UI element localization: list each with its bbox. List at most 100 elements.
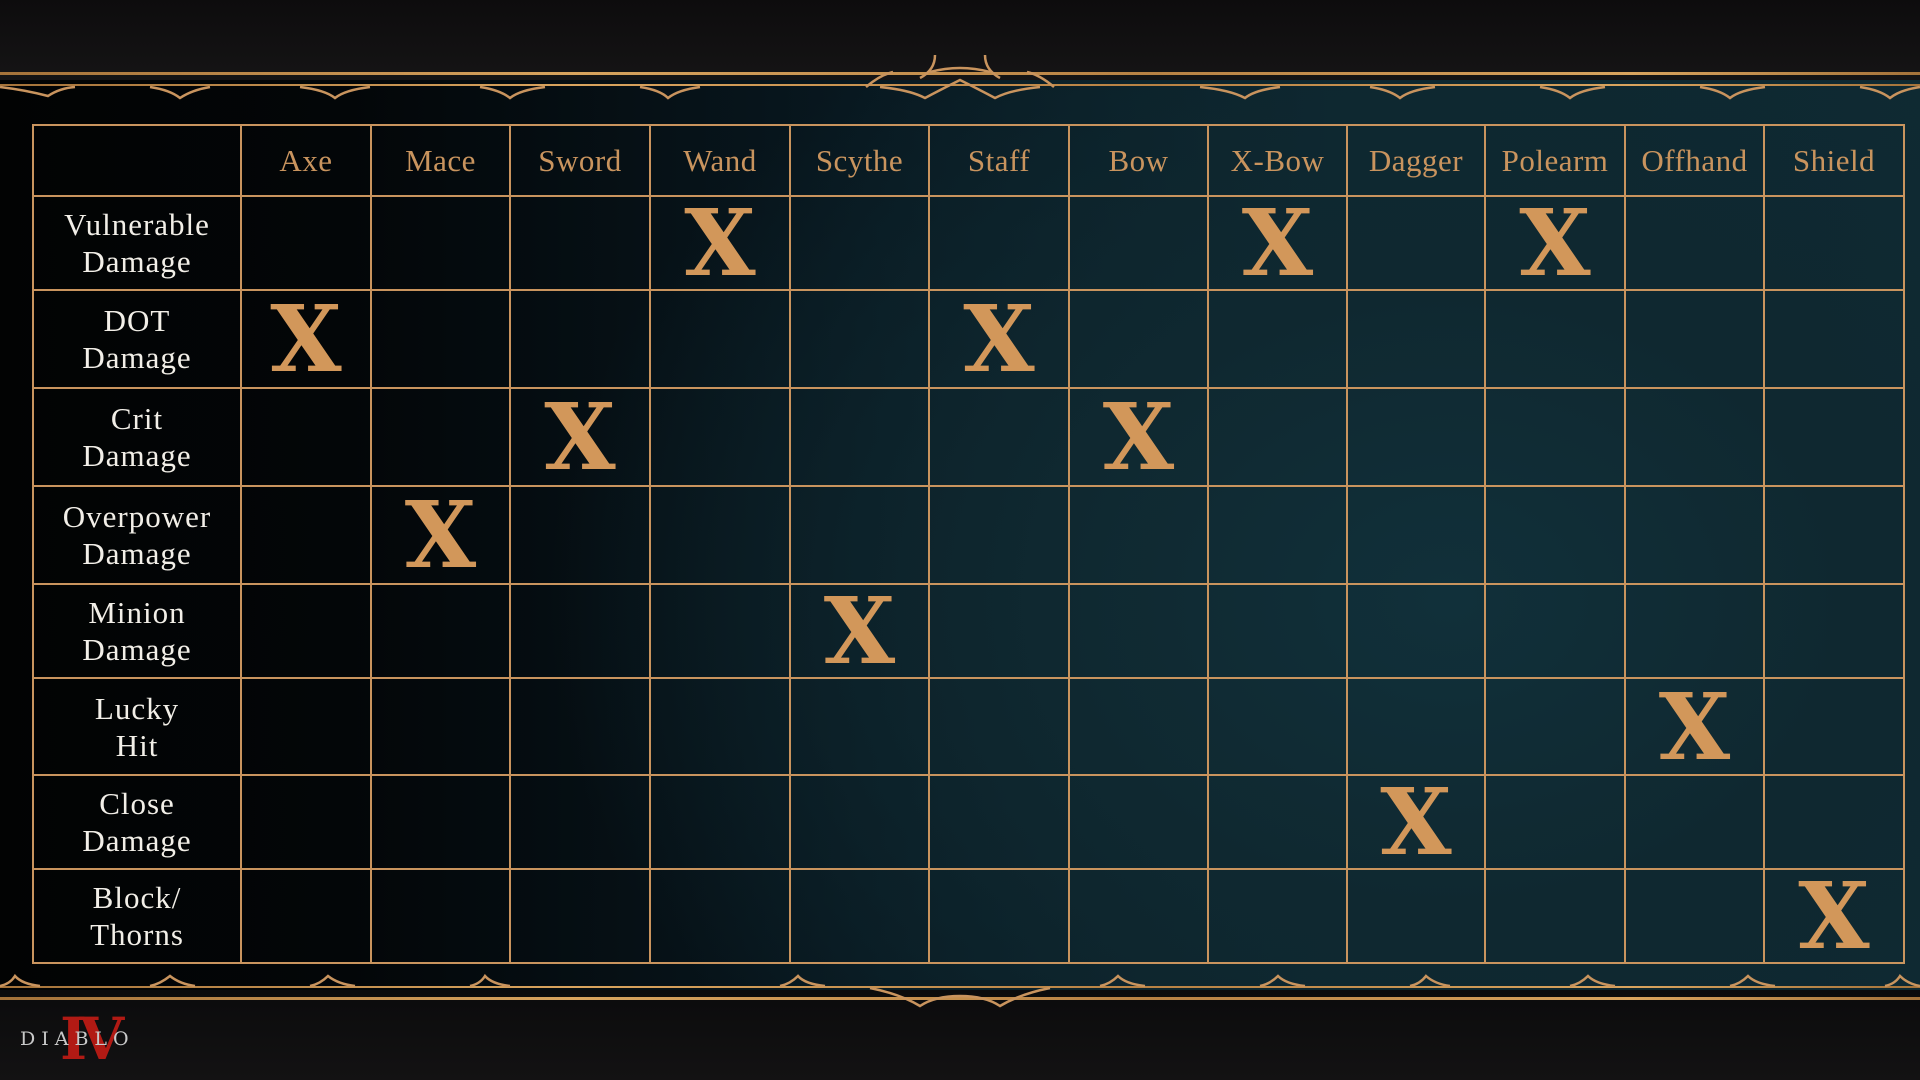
column-header-offhand: Offhand (1624, 124, 1765, 197)
empty-cell (1484, 485, 1626, 585)
empty-cell (509, 677, 651, 776)
empty-cell (789, 195, 930, 291)
empty-cell (649, 387, 791, 487)
empty-cell (1346, 583, 1486, 679)
row-header-line2: Thorns (90, 917, 184, 952)
empty-cell (1207, 387, 1348, 487)
empty-cell (928, 583, 1070, 679)
row-header: Lucky Hit (32, 677, 242, 776)
row-header-line1: Vulnerable (64, 207, 210, 242)
empty-cell (1624, 387, 1765, 487)
column-header-scythe: Scythe (789, 124, 930, 197)
empty-cell (1068, 583, 1209, 679)
empty-cell (1624, 485, 1765, 585)
empty-cell (1068, 677, 1209, 776)
empty-cell (240, 195, 372, 291)
row-header-line1: DOT (103, 303, 171, 338)
x-mark-cell: X (1763, 868, 1905, 964)
empty-cell (1346, 195, 1486, 291)
empty-cell (1068, 289, 1209, 389)
bottom-border-line-inner (0, 986, 1920, 988)
x-mark-cell: X (1624, 677, 1765, 776)
empty-cell (789, 387, 930, 487)
empty-cell (1068, 774, 1209, 870)
column-header-staff: Staff (928, 124, 1070, 197)
header-row: Axe Mace Sword Wand Scythe Staff Bow X-B… (32, 124, 1905, 197)
top-border-line-outer (0, 72, 1920, 75)
empty-cell (928, 195, 1070, 291)
empty-cell (1484, 289, 1626, 389)
row-header: Overpower Damage (32, 485, 242, 585)
empty-cell (370, 195, 511, 291)
corner-cell (32, 124, 242, 197)
empty-cell (649, 289, 791, 389)
x-mark-cell: X (649, 195, 791, 291)
empty-cell (240, 774, 372, 870)
empty-cell (509, 583, 651, 679)
empty-cell (240, 485, 372, 585)
row-header: Close Damage (32, 774, 242, 870)
empty-cell (1346, 677, 1486, 776)
row-header: DOT Damage (32, 289, 242, 389)
empty-cell (1346, 387, 1486, 487)
empty-cell (1207, 583, 1348, 679)
empty-cell (1068, 485, 1209, 585)
empty-cell (1763, 774, 1905, 870)
empty-cell (1484, 774, 1626, 870)
empty-cell (1346, 868, 1486, 964)
empty-cell (928, 485, 1070, 585)
column-header-dagger: Dagger (1346, 124, 1486, 197)
table-row-block-thorns: Block/Thorns X (32, 868, 1905, 964)
table-row-vulnerable-damage: Vulnerable Damage X X X (32, 195, 1905, 291)
empty-cell (1624, 774, 1765, 870)
empty-cell (789, 868, 930, 964)
column-header-axe: Axe (240, 124, 372, 197)
empty-cell (1207, 289, 1348, 389)
row-header-line2: Damage (82, 823, 192, 858)
row-header-line1: Block/ (92, 880, 182, 915)
row-header-line1: Minion (88, 595, 186, 630)
empty-cell (240, 387, 372, 487)
empty-cell (1346, 289, 1486, 389)
empty-cell (649, 868, 791, 964)
empty-cell (928, 868, 1070, 964)
row-header-line1: Crit (110, 401, 164, 436)
x-mark-cell: X (1068, 387, 1209, 487)
empty-cell (509, 195, 651, 291)
empty-cell (928, 387, 1070, 487)
empty-cell (789, 677, 930, 776)
row-header: Vulnerable Damage (32, 195, 242, 291)
empty-cell (789, 289, 930, 389)
empty-cell (928, 677, 1070, 776)
row-header: Crit Damage (32, 387, 242, 487)
empty-cell (649, 774, 791, 870)
empty-cell (789, 485, 930, 585)
empty-cell (1763, 289, 1905, 389)
empty-cell (1624, 195, 1765, 291)
row-header-line1: Lucky (94, 690, 180, 726)
x-mark-cell: X (240, 289, 372, 389)
empty-cell (1484, 583, 1626, 679)
empty-cell (370, 774, 511, 870)
table-row-overpower-damage: Overpower Damage X (32, 485, 1905, 585)
empty-cell (1763, 195, 1905, 291)
empty-cell (1763, 677, 1905, 776)
bottom-border-line-outer (0, 997, 1920, 1000)
empty-cell (1207, 677, 1348, 776)
empty-cell (649, 485, 791, 585)
empty-cell (789, 774, 930, 870)
table-row-close-damage: Close Damage X (32, 774, 1905, 870)
x-mark-cell: X (370, 485, 511, 585)
empty-cell (1207, 868, 1348, 964)
empty-cell (370, 289, 511, 389)
empty-cell (649, 677, 791, 776)
empty-cell (1068, 195, 1209, 291)
empty-cell (509, 774, 651, 870)
row-header: Block/Thorns (32, 868, 242, 964)
top-background (0, 0, 1920, 80)
x-mark-cell: X (1346, 774, 1486, 870)
empty-cell (1763, 485, 1905, 585)
empty-cell (1346, 485, 1486, 585)
empty-cell (1763, 387, 1905, 487)
x-mark-cell: X (1207, 195, 1348, 291)
